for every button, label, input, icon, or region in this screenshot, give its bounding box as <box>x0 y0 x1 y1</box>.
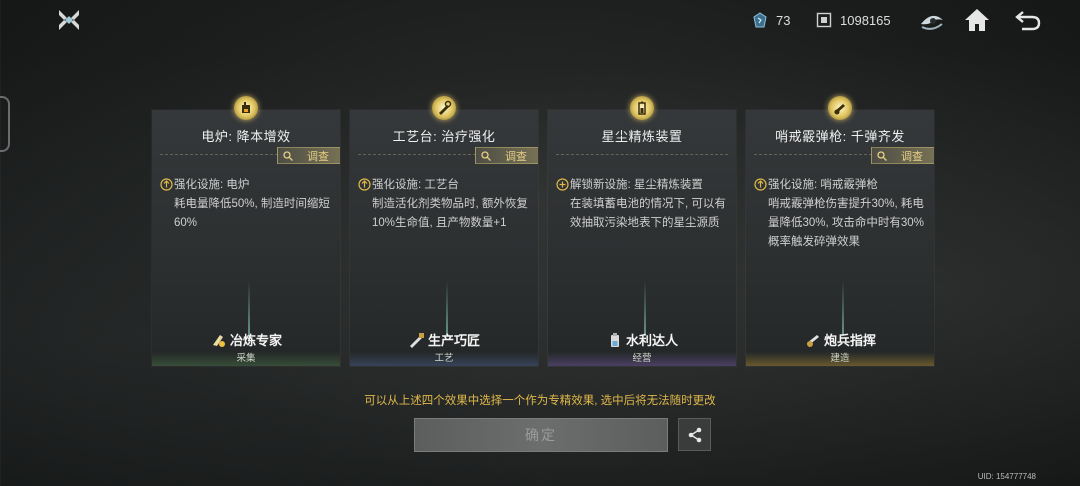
furnace-icon <box>234 96 258 120</box>
investigate-button[interactable]: 调查 <box>475 147 538 164</box>
skill-name: 生产巧匠 <box>350 330 538 349</box>
description-head: 强化设施: 哨戒霰弹枪 <box>768 179 878 191</box>
effect-card-shotgun[interactable]: 哨戒霰弹枪: 千弹齐发 调查 强化设施: 哨戒霰弹枪 哨戒霰弹枪伤害提升30%,… <box>746 96 934 366</box>
currency-resource: 1098165 <box>816 12 891 28</box>
effect-card-furnace[interactable]: 电炉: 降本增效 调查 强化设施: 电炉 耗电量降低50%, 制造时间缩短60%… <box>152 96 340 366</box>
skill-label: 水利达人 <box>625 333 678 348</box>
turret-icon <box>828 96 852 120</box>
smelting-icon <box>212 334 225 347</box>
card-description: 强化设施: 工艺台 制造活化剂类物品时, 额外恢复10%生命值, 且产物数量+1 <box>358 176 534 233</box>
upgrade-arrow-icon <box>358 178 371 191</box>
investigate-label: 调查 <box>505 150 527 163</box>
wrench-icon <box>432 96 456 120</box>
battery-icon <box>630 96 654 120</box>
effect-card-workbench[interactable]: 工艺台: 治疗强化 调查 强化设施: 工艺台 制造活化剂类物品时, 额外恢复10… <box>350 96 538 366</box>
card-title: 哨戒霰弹枪: 千弹齐发 <box>775 129 905 144</box>
confirm-button[interactable]: 确定 <box>414 418 668 452</box>
investigate-label: 调查 <box>901 150 923 163</box>
description-head: 强化设施: 电炉 <box>174 179 250 191</box>
home-icon[interactable] <box>963 6 991 34</box>
skill-name: 冶炼专家 <box>152 330 340 349</box>
description-body: 哨戒霰弹枪伤害提升30%, 耗电量降低30%, 攻击命中时有30%概率触发碎弹效… <box>768 198 924 248</box>
card-title: 工艺台: 治疗强化 <box>392 129 496 144</box>
magnifier-icon <box>283 150 293 161</box>
energy-value: 73 <box>776 12 791 28</box>
category-label: 采集 <box>152 352 340 366</box>
card-divider <box>160 154 278 155</box>
side-drawer-handle[interactable] <box>0 96 10 152</box>
energy-crystal-icon <box>753 12 767 28</box>
skill-label: 炮兵指挥 <box>823 333 876 348</box>
currency-chip-icon <box>816 12 832 28</box>
card-divider <box>358 154 476 155</box>
light-ray <box>446 280 448 336</box>
description-head: 强化设施: 工艺台 <box>372 179 459 191</box>
card-divider <box>556 154 728 155</box>
water-tank-icon <box>610 332 619 347</box>
game-logo-icon[interactable] <box>56 7 82 33</box>
eye-badge-icon[interactable] <box>918 6 946 34</box>
card-title: 电炉: 降本增效 <box>201 129 291 144</box>
description-body: 在装填蓄电池的情况下, 可以有效抽取污染地表下的星尘源质 <box>570 198 726 229</box>
user-id: UID: 154777748 <box>977 472 1036 481</box>
card-description: 强化设施: 哨戒霰弹枪 哨戒霰弹枪伤害提升30%, 耗电量降低30%, 攻击命中… <box>754 176 930 252</box>
category-label: 建造 <box>746 352 934 366</box>
back-arrow-icon[interactable] <box>1014 6 1042 34</box>
description-head: 解锁新设施: 星尘精炼装置 <box>570 179 703 191</box>
light-ray <box>248 280 250 336</box>
description-body: 耗电量降低50%, 制造时间缩短60% <box>174 198 330 229</box>
investigate-label: 调查 <box>307 150 329 163</box>
card-description: 强化设施: 电炉 耗电量降低50%, 制造时间缩短60% <box>160 176 336 233</box>
investigate-button[interactable]: 调查 <box>277 147 340 164</box>
light-ray <box>644 280 646 336</box>
card-title: 星尘精炼装置 <box>601 129 683 144</box>
skill-label: 生产巧匠 <box>427 333 480 348</box>
craft-tool-icon <box>409 332 424 348</box>
share-button[interactable] <box>678 418 711 451</box>
upgrade-arrow-icon <box>754 178 767 191</box>
magnifier-icon <box>877 150 887 161</box>
currency-value: 1098165 <box>840 12 891 28</box>
skill-label: 冶炼专家 <box>229 333 282 348</box>
skill-name: 炮兵指挥 <box>746 330 934 349</box>
card-divider <box>754 154 872 155</box>
effect-card-stardust[interactable]: 星尘精炼装置 解锁新设施: 星尘精炼装置 在装填蓄电池的情况下, 可以有效抽取污… <box>548 96 736 366</box>
category-label: 工艺 <box>350 352 538 366</box>
card-description: 解锁新设施: 星尘精炼装置 在装填蓄电池的情况下, 可以有效抽取污染地表下的星尘… <box>556 176 732 233</box>
category-label: 经营 <box>548 352 736 366</box>
investigate-button[interactable]: 调查 <box>871 147 934 164</box>
top-bar: 73 1098165 <box>0 0 1080 40</box>
energy-resource: 73 <box>752 12 790 28</box>
share-icon <box>688 427 701 442</box>
light-ray <box>842 280 844 336</box>
upgrade-arrow-icon <box>160 178 173 191</box>
selection-notice: 可以从上述四个效果中选择一个作为专精效果, 选中后将无法随时更改 <box>364 395 716 407</box>
artillery-icon <box>806 334 819 347</box>
unlock-plus-icon <box>556 178 569 191</box>
skill-name: 水利达人 <box>548 330 736 349</box>
magnifier-icon <box>481 150 491 161</box>
description-body: 制造活化剂类物品时, 额外恢复10%生命值, 且产物数量+1 <box>372 198 528 229</box>
